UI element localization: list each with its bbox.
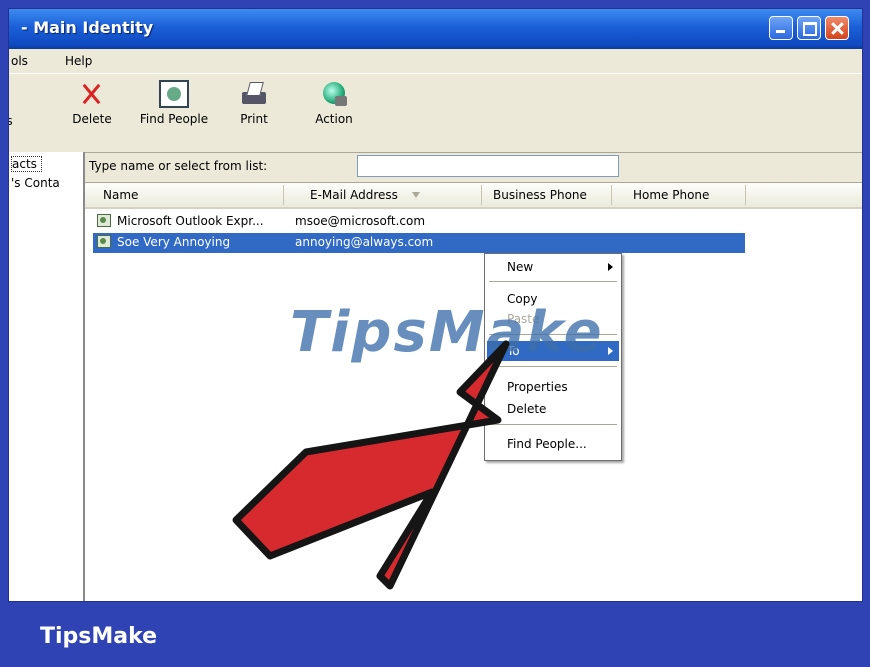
menu-help[interactable]: Help [65,54,92,68]
menu-item-new[interactable]: New [487,257,619,277]
find-people-icon [159,80,189,108]
delete-button[interactable]: Delete [67,80,117,126]
contact-card-icon [97,235,111,248]
print-button[interactable]: Print [234,80,274,126]
contacts-list: Name E-Mail Address Business Phone Home … [85,182,862,601]
folder-shared-contacts[interactable]: 's Conta [11,176,60,190]
maximize-button[interactable] [797,16,821,40]
menu-separator [489,424,617,425]
column-email[interactable]: E-Mail Address [310,188,398,202]
maximize-icon [798,17,820,39]
menu-item-properties[interactable]: Properties [487,377,619,397]
menu-item-label: Properties [507,380,568,394]
menu-item-label: New [507,260,534,274]
menu-item-delete[interactable]: Delete [487,399,619,419]
close-button[interactable] [825,16,849,40]
submenu-arrow-icon [608,263,613,271]
contact-name: Microsoft Outlook Expr... [117,214,264,228]
menu-bar: ols Help [9,50,862,72]
menu-separator [489,366,617,367]
folder-contacts[interactable]: acts [11,156,42,172]
print-label: Print [240,112,268,126]
delete-label: Delete [72,112,112,126]
printer-icon [239,80,269,108]
submenu-arrow-icon [608,347,613,355]
find-people-button[interactable]: Find People [134,80,214,126]
contact-name: Soe Very Annoying [117,235,231,249]
minimize-icon [770,17,792,39]
contact-email: annoying@always.com [295,235,434,249]
column-home-phone[interactable]: Home Phone [633,188,709,202]
column-business-phone[interactable]: Business Phone [493,188,587,202]
action-label: Action [315,112,353,126]
sort-icon [412,192,420,198]
search-input[interactable] [357,155,619,177]
column-divider[interactable] [745,185,746,205]
action-button[interactable]: Action [309,80,359,126]
title-bar[interactable]: - Main Identity [9,9,862,49]
window-title: - Main Identity [21,18,154,37]
menu-tools[interactable]: ols [11,54,28,68]
search-label: Type name or select from list: [89,159,268,173]
delete-x-icon [77,80,107,108]
table-row-selected[interactable]: Soe Very Annoying annoying@always.com [93,233,745,253]
column-divider[interactable] [283,185,284,205]
column-divider[interactable] [481,185,482,205]
addresses-label: es [9,114,13,128]
find-people-label: Find People [139,112,209,126]
toolbar: es Delete Find People Print Action [9,73,862,153]
menu-item-find-people[interactable]: Find People... [487,434,619,454]
action-globe-icon [319,80,349,108]
menu-item-label: Delete [507,402,547,416]
contact-card-icon [97,214,111,227]
menu-item-label: Find People... [507,437,587,451]
folders-pane: acts 's Conta [9,152,85,601]
column-name[interactable]: Name [103,188,138,202]
column-divider[interactable] [611,185,612,205]
close-icon [826,17,848,39]
brand-logo-text: TipsMake [40,624,158,649]
contacts-pane: Type name or select from list: Name E-Ma… [85,152,862,601]
list-header: Name E-Mail Address Business Phone Home … [85,183,862,209]
watermark: TipsMake [290,300,604,365]
addresses-button[interactable]: es [9,114,13,128]
menu-separator [489,281,617,282]
contact-email: msoe@microsoft.com [295,214,426,228]
minimize-button[interactable] [769,16,793,40]
